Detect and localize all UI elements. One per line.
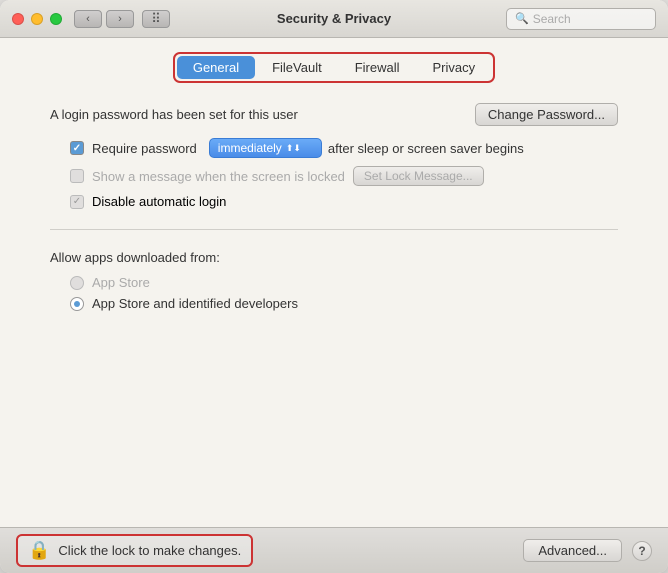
show-message-label: Show a message when the screen is locked xyxy=(92,169,345,184)
require-password-row: Require password immediately ⬆⬇ after sl… xyxy=(50,138,618,158)
lock-area[interactable]: 🔒 Click the lock to make changes. xyxy=(16,534,253,567)
search-placeholder: Search xyxy=(533,12,571,26)
allow-apps-heading: Allow apps downloaded from: xyxy=(50,250,618,265)
disable-auto-login-checkbox[interactable] xyxy=(70,195,84,209)
disable-auto-login-row: Disable automatic login xyxy=(50,194,618,209)
tab-filevault[interactable]: FileVault xyxy=(256,56,338,79)
window-title: Security & Privacy xyxy=(277,11,391,26)
bottom-bar: 🔒 Click the lock to make changes. Advanc… xyxy=(0,527,668,573)
advanced-button[interactable]: Advanced... xyxy=(523,539,622,562)
app-store-developers-radio[interactable] xyxy=(70,297,84,311)
show-message-checkbox[interactable] xyxy=(70,169,84,183)
forward-button[interactable]: › xyxy=(106,10,134,28)
immediately-dropdown[interactable]: immediately ⬆⬇ xyxy=(209,138,322,158)
change-password-button[interactable]: Change Password... xyxy=(475,103,618,126)
back-button[interactable]: ‹ xyxy=(74,10,102,28)
traffic-lights xyxy=(12,13,62,25)
forward-arrow-icon: › xyxy=(118,13,122,25)
divider xyxy=(50,229,618,230)
immediately-value: immediately xyxy=(218,141,282,155)
main-window: ‹ › ⠿ Security & Privacy 🔍 Search Genera… xyxy=(0,0,668,573)
back-arrow-icon: ‹ xyxy=(86,13,90,25)
search-icon: 🔍 xyxy=(515,12,529,25)
app-store-developers-label: App Store and identified developers xyxy=(92,296,298,311)
show-message-row: Show a message when the screen is locked… xyxy=(50,166,618,186)
minimize-button[interactable] xyxy=(31,13,43,25)
grid-icon: ⠿ xyxy=(151,11,161,27)
app-store-developers-radio-row: App Store and identified developers xyxy=(50,296,618,311)
disable-auto-login-label: Disable automatic login xyxy=(92,194,226,209)
tabs-wrapper: General FileVault Firewall Privacy xyxy=(173,52,495,83)
app-store-radio-row: App Store xyxy=(50,275,618,290)
tab-general[interactable]: General xyxy=(177,56,255,79)
allow-apps-section: Allow apps downloaded from: App Store Ap… xyxy=(50,250,618,311)
require-password-label: Require password xyxy=(92,141,197,156)
content-area: General FileVault Firewall Privacy A log… xyxy=(0,38,668,527)
help-button[interactable]: ? xyxy=(632,541,652,561)
login-password-text: A login password has been set for this u… xyxy=(50,107,298,122)
tabs-container: General FileVault Firewall Privacy xyxy=(0,38,668,93)
tab-firewall[interactable]: Firewall xyxy=(339,56,416,79)
close-button[interactable] xyxy=(12,13,24,25)
app-store-radio[interactable] xyxy=(70,276,84,290)
search-box[interactable]: 🔍 Search xyxy=(506,8,656,30)
tab-privacy[interactable]: Privacy xyxy=(417,56,492,79)
app-store-label: App Store xyxy=(92,275,150,290)
set-lock-message-button[interactable]: Set Lock Message... xyxy=(353,166,484,186)
bottom-right: Advanced... ? xyxy=(523,539,652,562)
after-sleep-text: after sleep or screen saver begins xyxy=(328,141,524,156)
lock-icon: 🔒 xyxy=(28,540,50,561)
nav-buttons: ‹ › xyxy=(74,10,134,28)
login-password-row: A login password has been set for this u… xyxy=(50,103,618,126)
titlebar: ‹ › ⠿ Security & Privacy 🔍 Search xyxy=(0,0,668,38)
grid-button[interactable]: ⠿ xyxy=(142,10,170,28)
require-password-checkbox[interactable] xyxy=(70,141,84,155)
maximize-button[interactable] xyxy=(50,13,62,25)
dropdown-arrow-icon: ⬆⬇ xyxy=(286,143,301,154)
settings-area: A login password has been set for this u… xyxy=(0,93,668,527)
lock-text: Click the lock to make changes. xyxy=(58,543,241,558)
